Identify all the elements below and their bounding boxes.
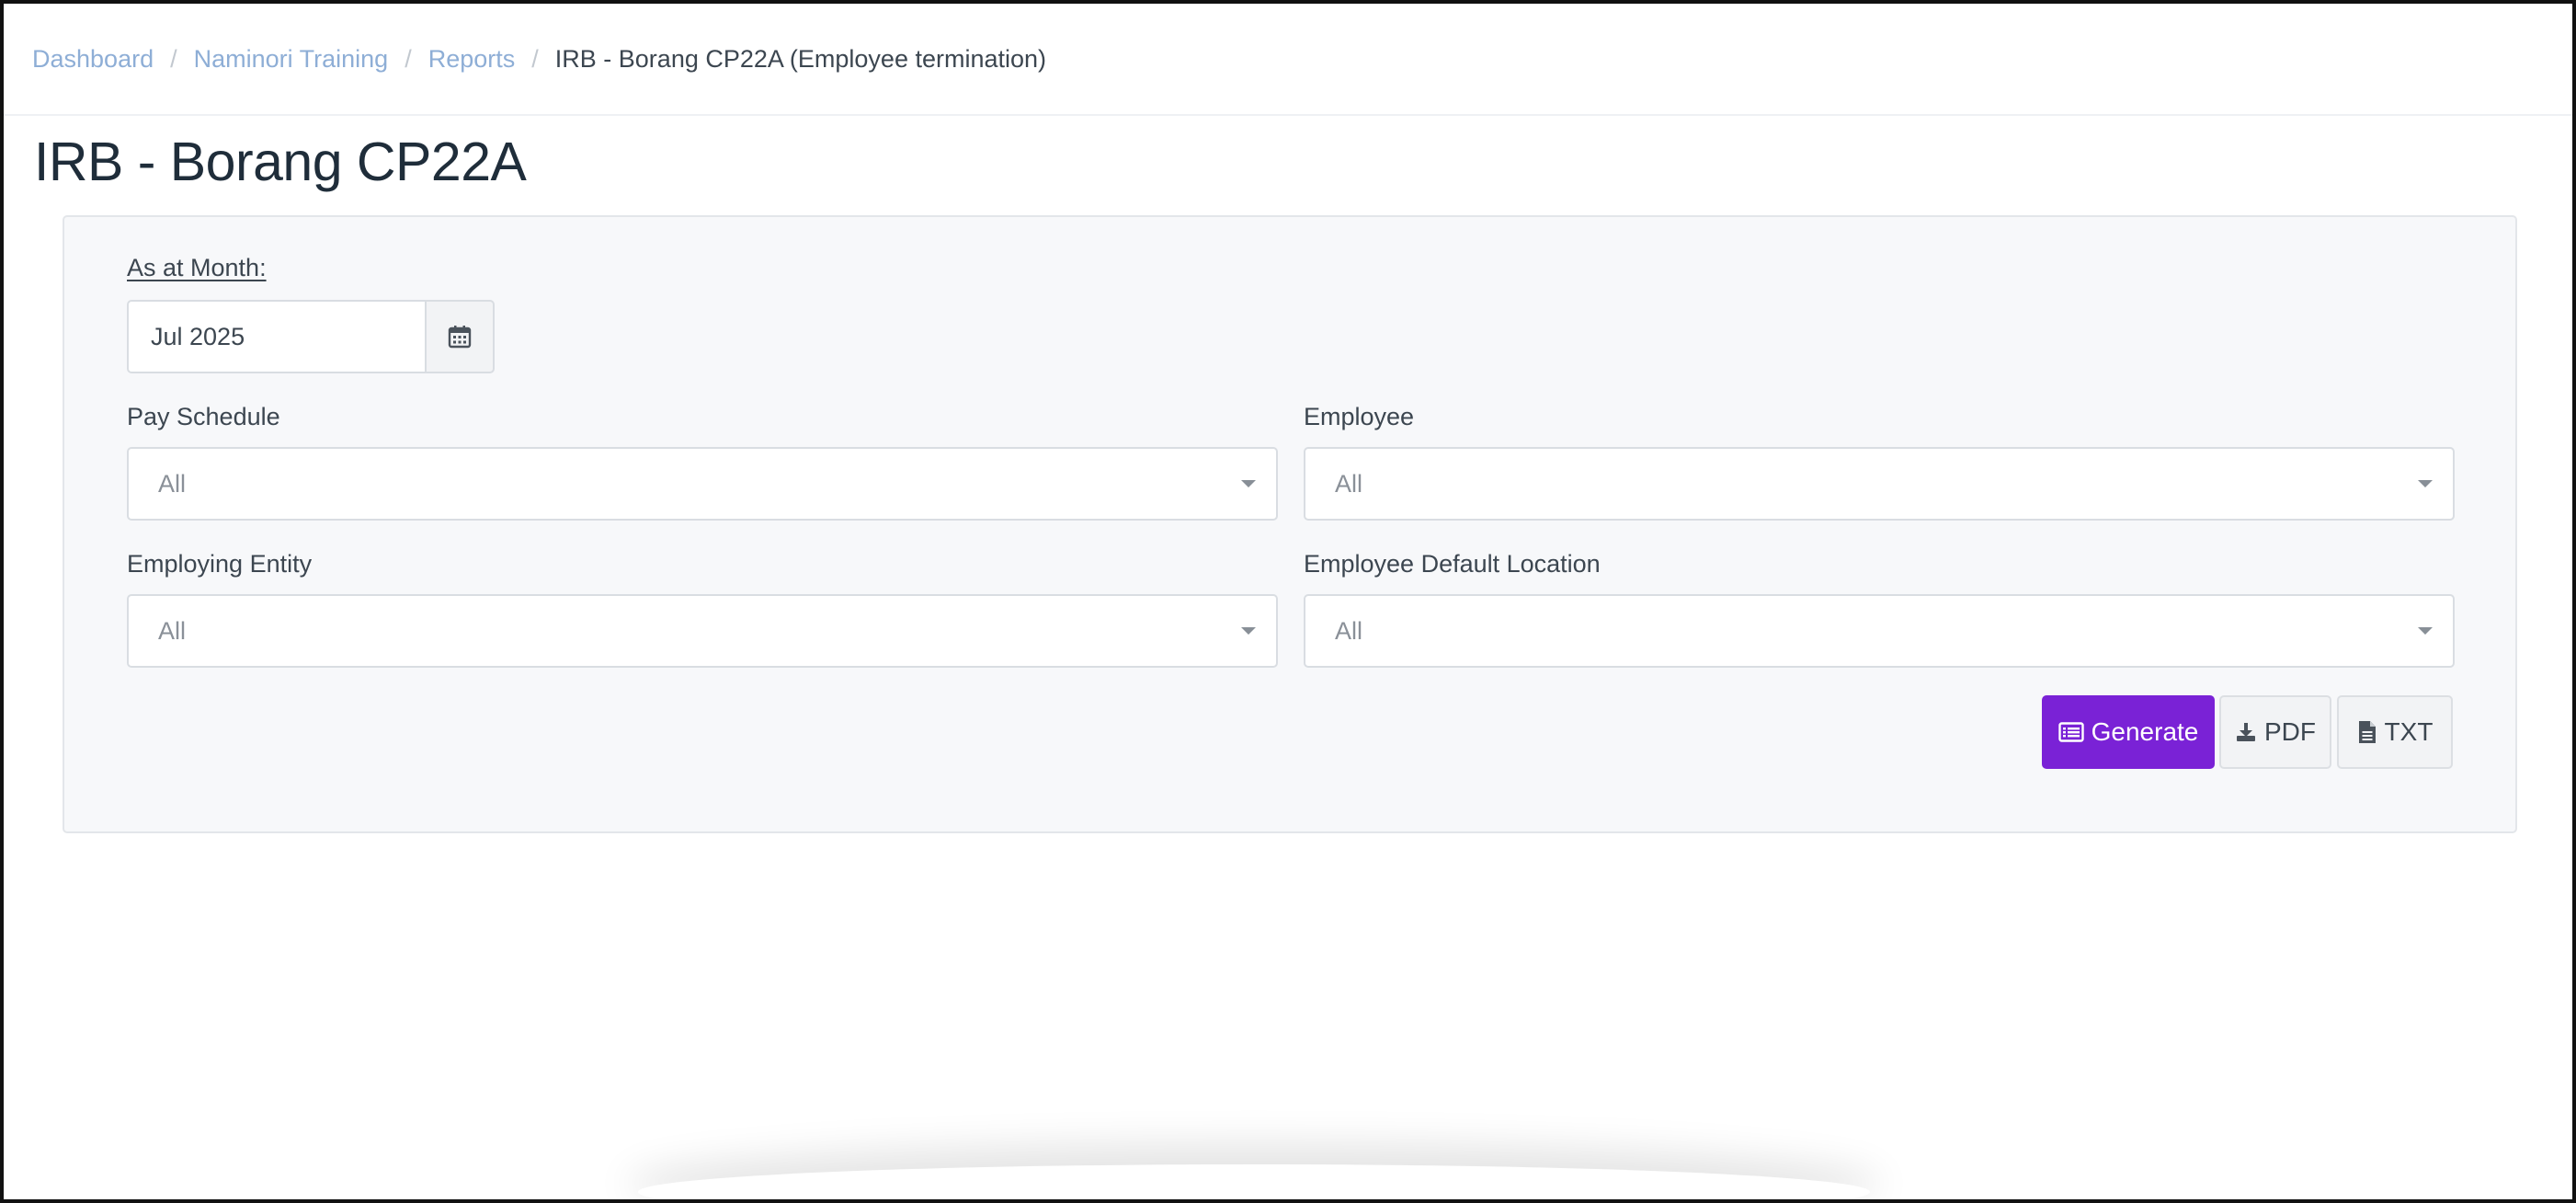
list-icon bbox=[2057, 722, 2084, 742]
default-location-label: Employee Default Location bbox=[1304, 550, 1601, 578]
employee-value: All bbox=[1335, 470, 1363, 498]
txt-button-label: TXT bbox=[2384, 717, 2434, 746]
breadcrumb-naminori-training[interactable]: Naminori Training bbox=[194, 40, 389, 77]
month-label: As at Month: bbox=[127, 254, 267, 281]
employee-select[interactable]: All bbox=[1304, 447, 2455, 521]
report-filter-panel: As at Month: Jul 2025 Pay Schedule All E… bbox=[63, 215, 2517, 833]
breadcrumb-current: IRB - Borang CP22A (Employee termination… bbox=[554, 45, 1047, 73]
top-bar: Dashboard / Naminori Training / Reports … bbox=[4, 4, 2572, 116]
employee-label: Employee bbox=[1304, 403, 1415, 430]
breadcrumb-separator: / bbox=[170, 45, 177, 73]
bottom-shadow bbox=[638, 1164, 1870, 1199]
txt-button[interactable]: TXT bbox=[2337, 695, 2453, 769]
chevron-down-icon bbox=[2418, 627, 2433, 635]
file-text-icon bbox=[2357, 720, 2377, 744]
breadcrumb-separator: / bbox=[531, 45, 539, 73]
employing-entity-value: All bbox=[158, 617, 187, 645]
pay-schedule-value: All bbox=[158, 470, 187, 498]
employing-entity-label: Employing Entity bbox=[127, 550, 313, 578]
pdf-button-label: PDF bbox=[2264, 717, 2316, 746]
month-input[interactable] bbox=[127, 300, 425, 373]
employing-entity-select[interactable]: All bbox=[127, 594, 1278, 668]
chevron-down-icon bbox=[1241, 480, 1256, 487]
pay-schedule-label: Pay Schedule bbox=[127, 403, 280, 430]
month-picker bbox=[127, 300, 495, 373]
default-location-value: All bbox=[1335, 617, 1363, 645]
generate-button-label: Generate bbox=[2091, 717, 2199, 746]
breadcrumb-reports[interactable]: Reports bbox=[428, 40, 516, 77]
app-window: Dashboard / Naminori Training / Reports … bbox=[0, 0, 2576, 1203]
page-title: IRB - Borang CP22A bbox=[34, 132, 527, 192]
pdf-button[interactable]: PDF bbox=[2219, 695, 2331, 769]
download-icon bbox=[2235, 721, 2257, 743]
breadcrumb: Dashboard / Naminori Training / Reports … bbox=[32, 40, 1046, 77]
pay-schedule-select[interactable]: All bbox=[127, 447, 1278, 521]
breadcrumb-dashboard[interactable]: Dashboard bbox=[32, 40, 154, 77]
chevron-down-icon bbox=[2418, 480, 2433, 487]
breadcrumb-separator: / bbox=[405, 45, 412, 73]
default-location-select[interactable]: All bbox=[1304, 594, 2455, 668]
calendar-icon bbox=[448, 325, 472, 349]
calendar-button[interactable] bbox=[425, 300, 495, 373]
generate-button[interactable]: Generate bbox=[2042, 695, 2215, 769]
chevron-down-icon bbox=[1241, 627, 1256, 635]
